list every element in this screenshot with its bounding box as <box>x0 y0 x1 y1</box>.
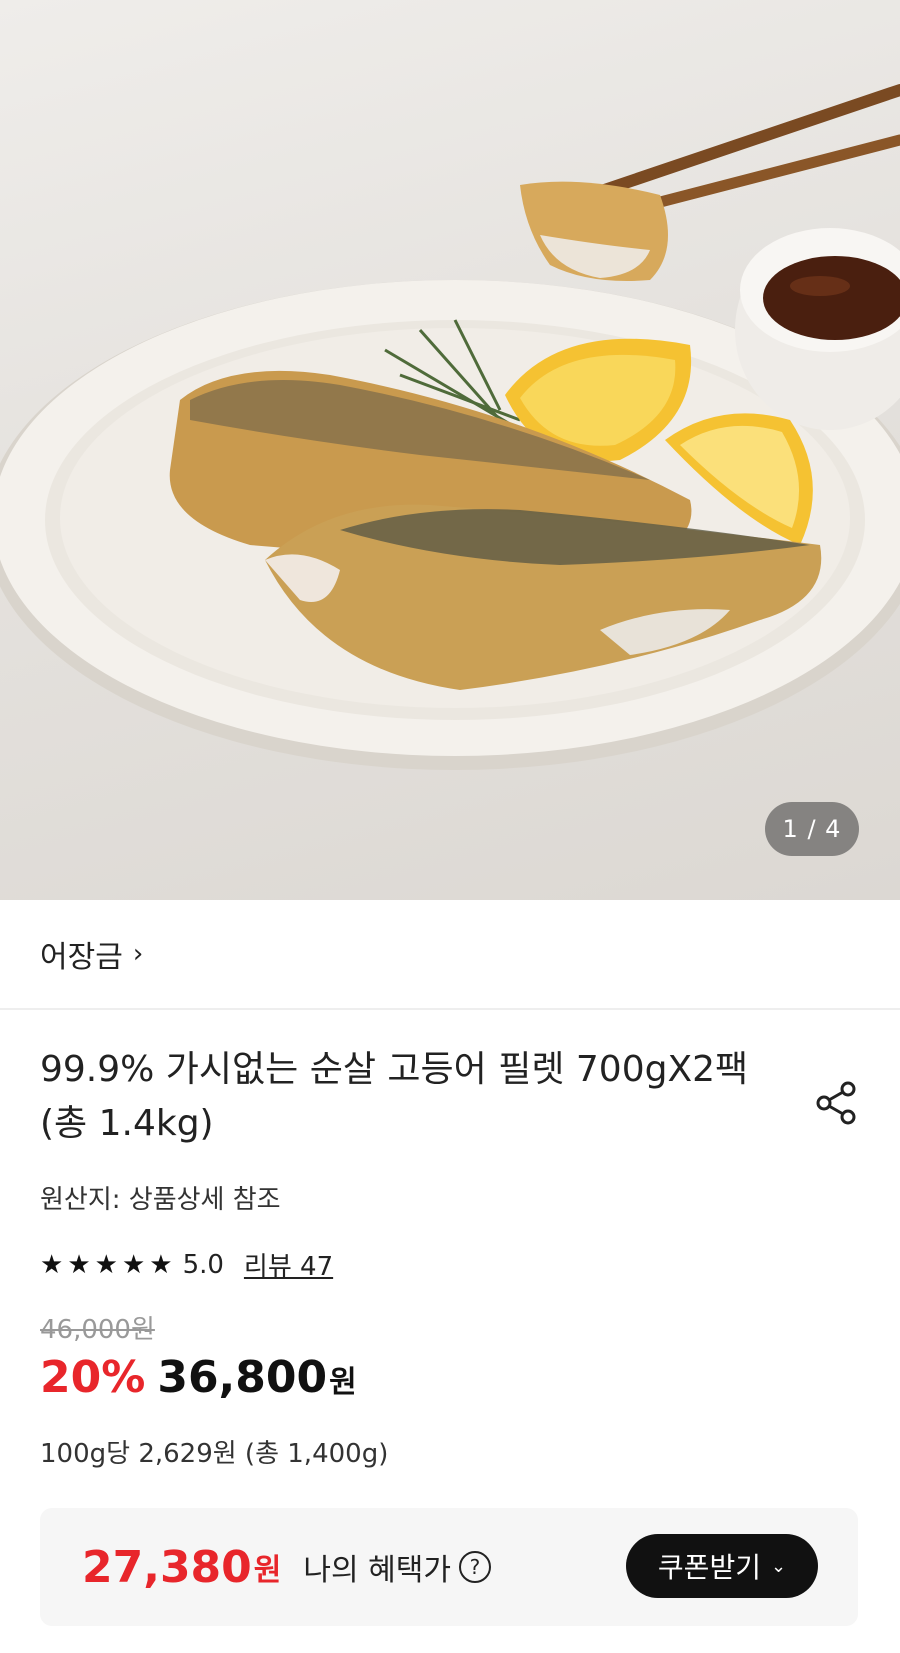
sale-price: 36,800 <box>157 1352 328 1403</box>
benefit-price-box: 27,380 원 나의 혜택가 ? 쿠폰받기 ⌄ <box>40 1508 858 1626</box>
product-photo <box>0 84 900 770</box>
rating-value: 5.0 <box>182 1249 224 1280</box>
origin-text: 원산지: 상품상세 참조 <box>40 1185 281 1215</box>
benefit-label: 나의 혜택가 <box>303 1553 451 1588</box>
share-icon[interactable] <box>812 1079 860 1127</box>
benefit-currency: 원 <box>253 1553 282 1588</box>
star-icon: ★ <box>40 1249 64 1280</box>
brand-name: 어장금 <box>40 940 123 975</box>
star-icon: ★ <box>67 1249 91 1280</box>
brand-link[interactable]: 어장금 › <box>0 900 900 1010</box>
chevron-down-icon: ⌄ <box>770 1555 787 1577</box>
discount-rate: 20% <box>40 1352 146 1403</box>
benefit-price: 27,380 <box>82 1541 252 1593</box>
rating-stars: ★ ★ ★ ★ ★ <box>40 1252 173 1278</box>
rating-row: ★ ★ ★ ★ ★ 5.0 리뷰 47 <box>40 1246 860 1283</box>
star-icon: ★ <box>121 1249 146 1280</box>
question-circle-icon[interactable]: ? <box>458 1551 491 1583</box>
product-info: 99.9% 가시없는 순살 고등어 필렛 700gX2팩 (총 1.4kg) 원… <box>0 1043 900 1470</box>
product-image-carousel[interactable]: 1 / 4 <box>0 0 900 900</box>
chevron-right-icon: › <box>132 939 144 969</box>
price-row: 20% 36,800 원 <box>40 1352 860 1403</box>
original-price: 46,000원 <box>40 1315 155 1345</box>
product-title: 99.9% 가시없는 순살 고등어 필렛 700gX2팩 (총 1.4kg) <box>40 1049 749 1144</box>
review-count-link[interactable]: 리뷰 47 <box>244 1246 333 1283</box>
image-page-indicator: 1 / 4 <box>765 802 859 856</box>
get-coupon-button[interactable]: 쿠폰받기 ⌄ <box>626 1534 818 1598</box>
unit-price: 100g당 2,629원 (총 1,400g) <box>40 1439 389 1469</box>
star-icon: ★ <box>94 1249 118 1280</box>
currency-unit: 원 <box>329 1365 357 1400</box>
coupon-button-label: 쿠폰받기 <box>657 1551 761 1584</box>
star-icon: ★ <box>149 1249 173 1280</box>
